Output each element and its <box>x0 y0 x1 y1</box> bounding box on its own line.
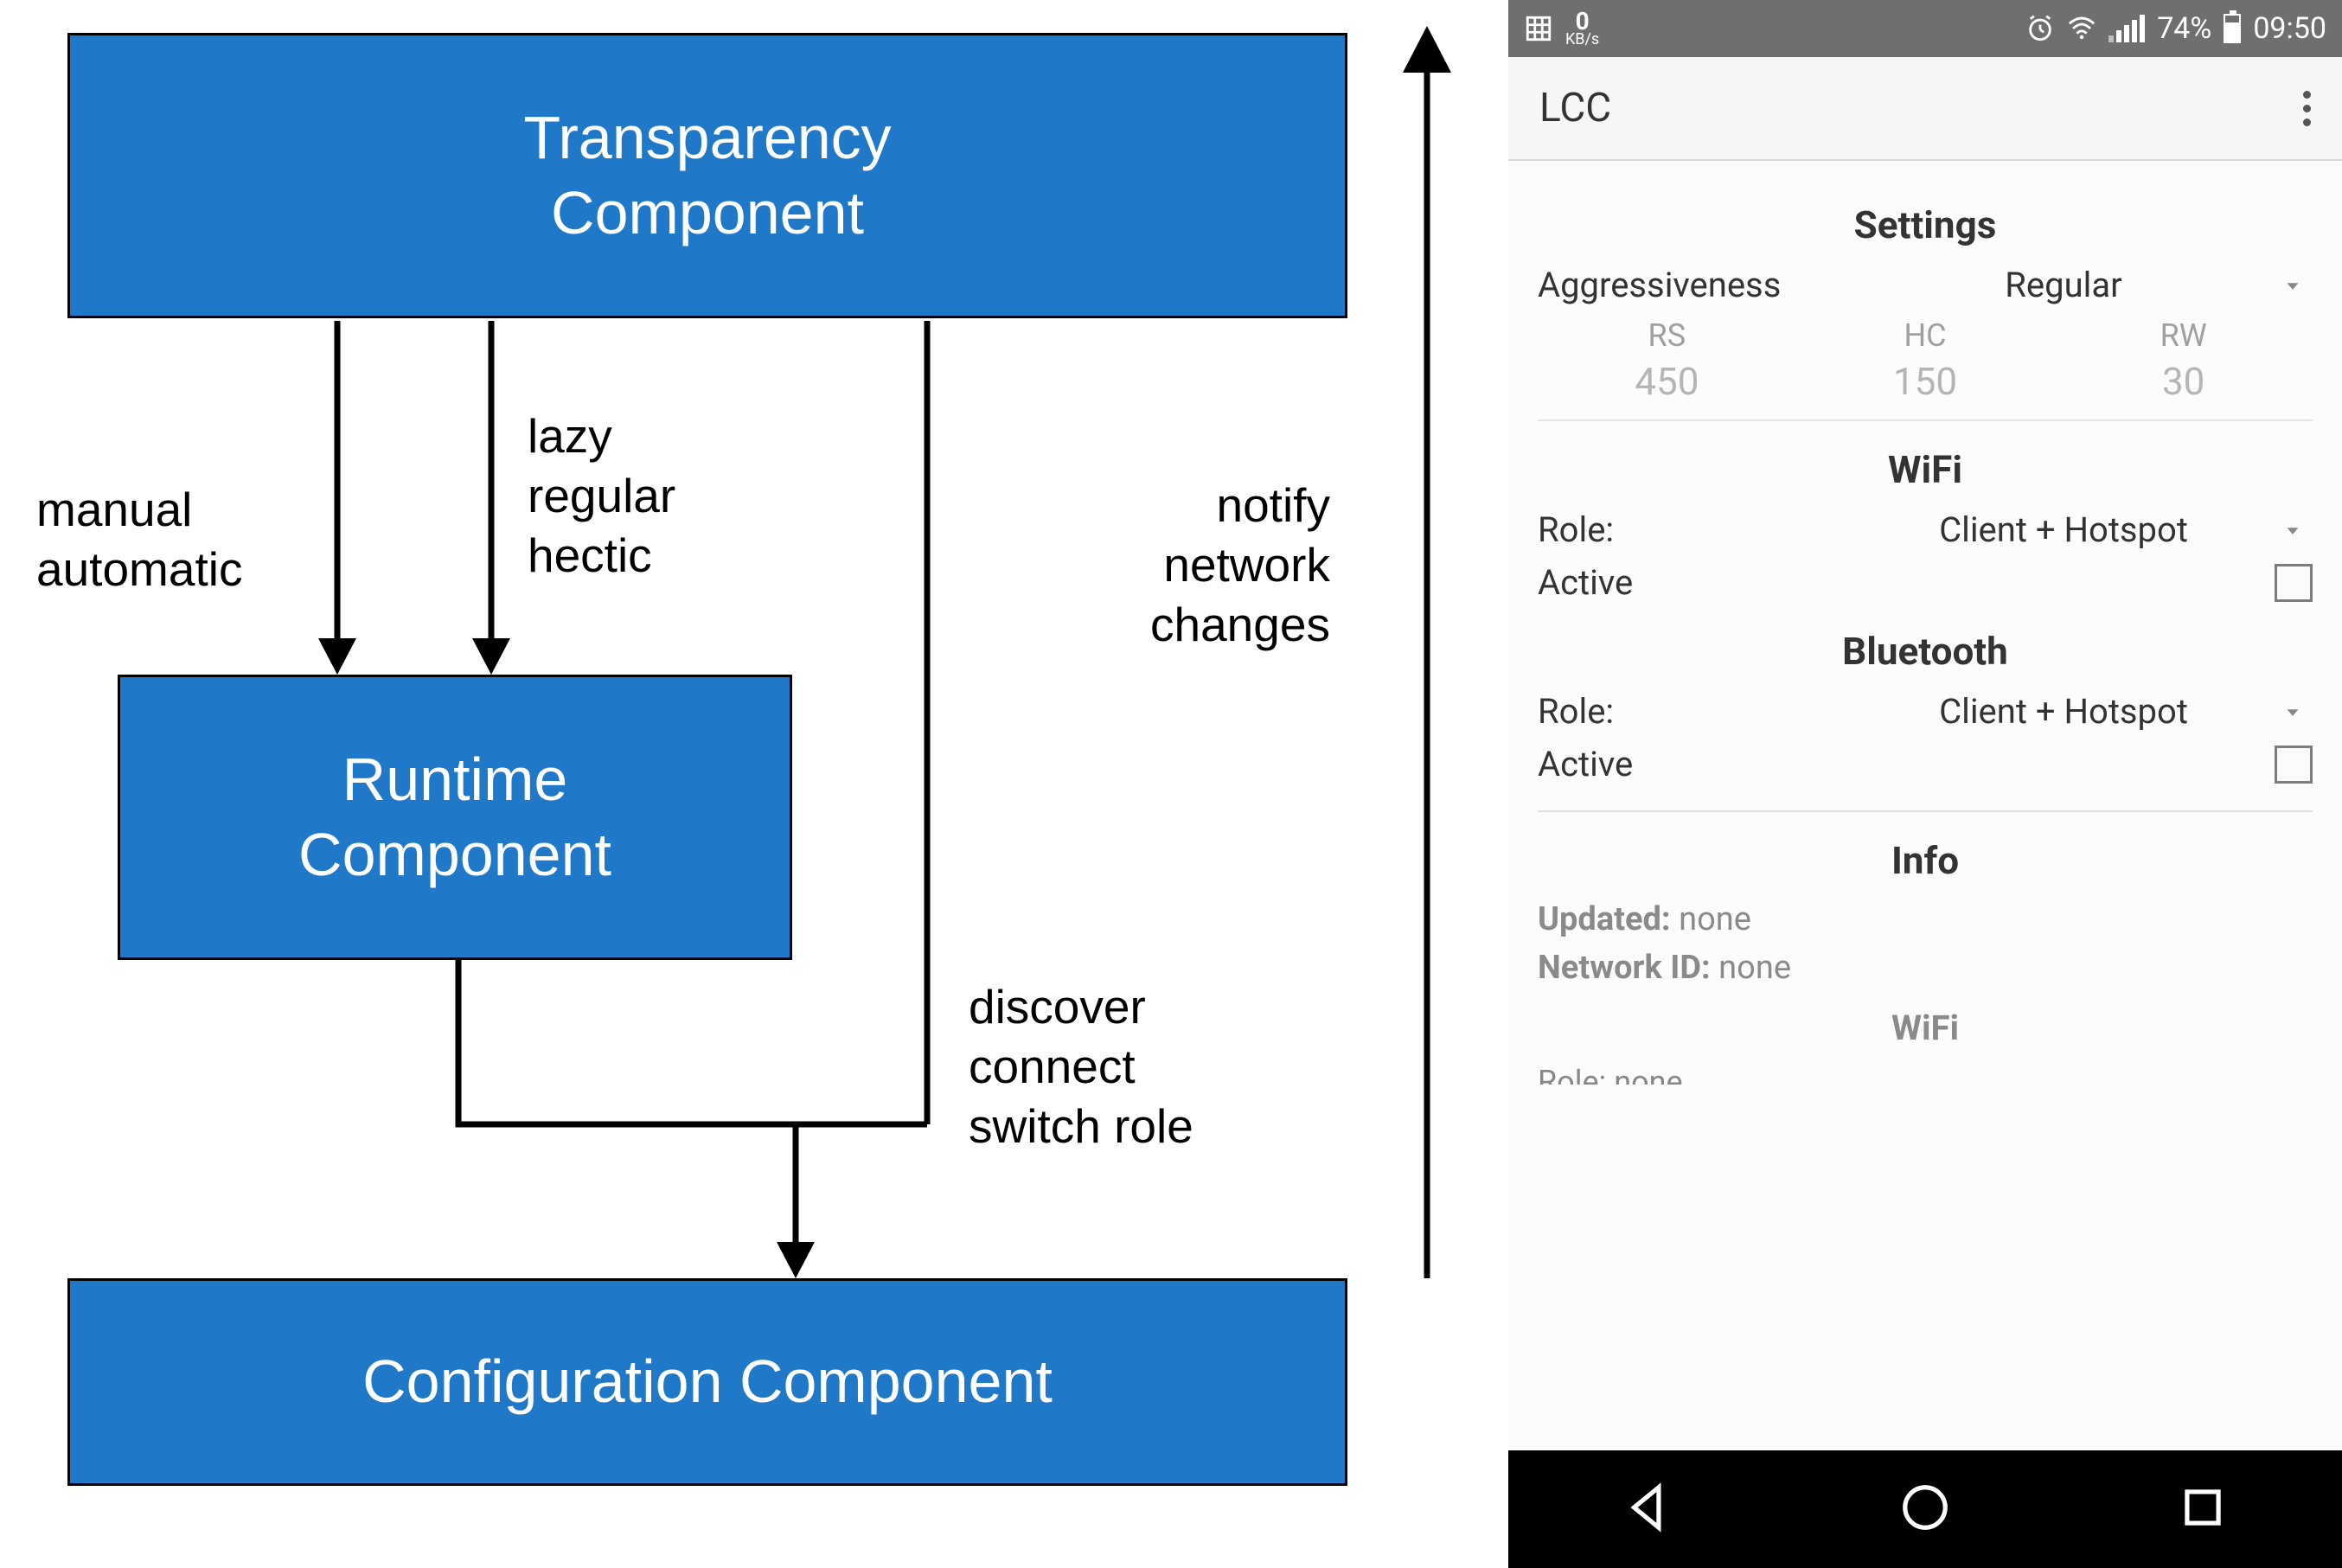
settings-screen[interactable]: Settings Aggressiveness Regular RS 450 H… <box>1508 161 2342 1450</box>
configuration-component-box: Configuration Component <box>67 1278 1347 1486</box>
phone-screenshot: 0 KB/s 74% 09:50 LCC Settings Aggressive… <box>1508 0 2342 1568</box>
aggressiveness-values: RS 450 HC 150 RW 30 <box>1538 317 2313 421</box>
bluetooth-title: Bluetooth <box>1538 629 2313 674</box>
rs-head: RS <box>1538 317 1796 354</box>
battery-icon <box>2224 14 2241 43</box>
wifi-active-label: Active <box>1538 562 1633 603</box>
info-updated: Updated: none <box>1538 900 2313 938</box>
wifi-role-dropdown[interactable]: Client + Hotspot <box>1814 509 2313 550</box>
rs-column[interactable]: RS 450 <box>1538 317 1796 421</box>
info-title: Info <box>1538 838 2313 883</box>
edge-label-notify: notify network changes <box>1150 476 1330 654</box>
architecture-diagram: Transparency Component Runtime Component… <box>0 0 1508 1568</box>
wifi-active-row[interactable]: Active <box>1538 562 2313 603</box>
status-bar: 0 KB/s 74% 09:50 <box>1508 0 2342 57</box>
runtime-label: Runtime Component <box>298 742 611 893</box>
bt-role-row[interactable]: Role: Client + Hotspot <box>1538 691 2313 732</box>
bt-role-value: Client + Hotspot <box>1939 691 2188 732</box>
kb-value: 0 <box>1576 10 1590 32</box>
hc-val: 150 <box>1796 359 2055 421</box>
bt-role-label: Role: <box>1538 691 1814 732</box>
edge-label-lazy: lazy regular hectic <box>528 406 675 585</box>
info-network: Network ID: none <box>1538 949 2313 987</box>
info-network-value: none <box>1718 949 1791 987</box>
app-title: LCC <box>1539 85 1611 131</box>
info-updated-value: none <box>1679 900 1751 938</box>
config-label: Configuration Component <box>362 1344 1053 1420</box>
wifi-role-label: Role: <box>1538 509 1814 550</box>
aggressiveness-label: Aggressiveness <box>1538 265 1814 305</box>
transparency-label: Transparency Component <box>523 100 891 252</box>
chevron-down-icon <box>2281 509 2304 550</box>
settings-title: Settings <box>1538 202 2313 247</box>
chevron-down-icon <box>2281 691 2304 732</box>
info-wifi-subtitle: WiFi <box>1538 1008 2313 1048</box>
transparency-component-box: Transparency Component <box>67 33 1347 318</box>
section-divider <box>1538 810 2313 812</box>
info-cutoff: Role: none <box>1538 1064 2313 1085</box>
bt-active-label: Active <box>1538 744 1633 784</box>
app-bar: LCC <box>1508 57 2342 161</box>
signal-icon <box>2108 15 2145 42</box>
more-icon[interactable] <box>2303 91 2311 126</box>
rw-column[interactable]: RW 30 <box>2054 317 2313 421</box>
network-speed: 0 KB/s <box>1565 10 1599 46</box>
wifi-icon <box>2067 14 2096 43</box>
edge-label-manual: manual automatic <box>36 480 242 599</box>
bt-role-dropdown[interactable]: Client + Hotspot <box>1814 691 2313 732</box>
bt-active-row[interactable]: Active <box>1538 744 2313 784</box>
grid-icon <box>1524 14 1553 43</box>
rw-head: RW <box>2054 317 2313 354</box>
hc-head: HC <box>1796 317 2055 354</box>
rs-val: 450 <box>1538 359 1796 421</box>
wifi-role-row[interactable]: Role: Client + Hotspot <box>1538 509 2313 550</box>
battery-pct: 74% <box>2157 11 2211 46</box>
wifi-title: WiFi <box>1538 447 2313 492</box>
back-button[interactable] <box>1621 1481 1674 1538</box>
rw-val: 30 <box>2054 359 2313 421</box>
navigation-bar <box>1508 1450 2342 1568</box>
home-button[interactable] <box>1898 1481 1952 1538</box>
edge-label-discover: discover connect switch role <box>969 977 1193 1155</box>
alarm-icon <box>2025 14 2055 43</box>
aggressiveness-row[interactable]: Aggressiveness Regular <box>1538 265 2313 305</box>
info-network-label: Network ID: <box>1538 949 1711 987</box>
wifi-role-value: Client + Hotspot <box>1939 509 2188 550</box>
kb-unit: KB/s <box>1565 33 1599 47</box>
recent-apps-button[interactable] <box>2176 1481 2230 1538</box>
aggressiveness-value: Regular <box>2005 265 2121 305</box>
clock: 09:50 <box>2253 11 2326 46</box>
info-updated-label: Updated: <box>1538 900 1671 938</box>
wifi-active-checkbox[interactable] <box>2275 564 2313 602</box>
runtime-component-box: Runtime Component <box>118 675 792 960</box>
aggressiveness-dropdown[interactable]: Regular <box>1814 265 2313 305</box>
bt-active-checkbox[interactable] <box>2275 746 2313 784</box>
hc-column[interactable]: HC 150 <box>1796 317 2055 421</box>
chevron-down-icon <box>2281 265 2304 305</box>
